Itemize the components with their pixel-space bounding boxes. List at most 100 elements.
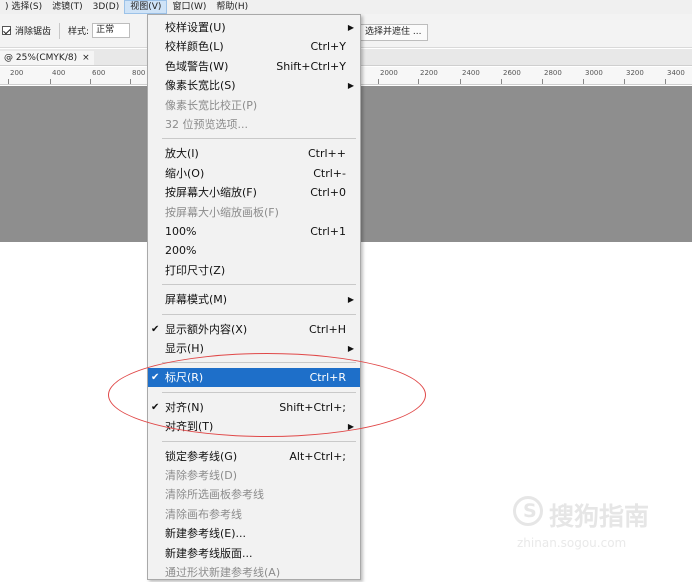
menu-item[interactable]: 锁定参考线(G) Alt+Ctrl+;: [148, 447, 360, 466]
menu-item-shortcut: Shift+Ctrl+Y: [276, 59, 346, 73]
document-tab[interactable]: @ 25%(CMYK/8) ×: [0, 51, 94, 65]
ruler-tick-label: 2400: [462, 69, 480, 77]
menu-item-shortcut: Alt+Ctrl+;: [289, 449, 346, 463]
menu-item-label: 100%: [165, 225, 197, 238]
ruler-tick-label: 2600: [503, 69, 521, 77]
menu-item-label: 新建参考线版面...: [165, 546, 253, 560]
menu-item: 清除参考线(D): [148, 466, 360, 485]
menu-item-label: 清除参考线(D): [165, 469, 238, 482]
menu-item-label: 打印尺寸(Z): [165, 263, 226, 277]
menu-item: 按屏幕大小缩放画板(F): [148, 203, 360, 222]
menu-separator: [162, 440, 356, 442]
document-tab-label: @ 25%(CMYK/8): [4, 53, 78, 63]
menu-window[interactable]: 窗口(W): [167, 0, 211, 14]
style-label: 样式:: [68, 27, 90, 37]
menu-item-label: 缩小(O): [165, 166, 205, 180]
ruler-tick: [665, 79, 666, 84]
menu-item-label: 屏幕模式(M): [165, 293, 228, 307]
watermark-text: 搜狗指南: [549, 502, 650, 531]
menu-item[interactable]: 像素长宽比(S) ▶: [148, 76, 360, 95]
menu-item-label: 锁定参考线(G): [165, 449, 238, 463]
menu-item-label: 新建参考线(E)...: [165, 527, 247, 541]
ruler-tick-label: 2200: [420, 69, 438, 77]
checkmark-icon: ✔: [151, 323, 160, 335]
menu-item-label: 显示额外内容(X): [165, 322, 248, 336]
antialias-checkbox[interactable]: [2, 26, 11, 35]
menu-item-label: 像素长宽比校正(P): [165, 98, 258, 112]
menu-item-label: 校样设置(U): [165, 21, 226, 34]
menu-item[interactable]: 200%: [148, 241, 360, 260]
menu-item[interactable]: ✔ 显示额外内容(X) Ctrl+H: [148, 320, 360, 339]
menu-item-shortcut: Ctrl+Y: [310, 40, 346, 54]
close-icon[interactable]: ×: [82, 53, 90, 63]
menu-item-label: 色域警告(W): [165, 59, 229, 73]
ruler-tick: [8, 79, 9, 84]
menu-item-label: 清除所选画板参考线: [165, 488, 264, 502]
menu-bar: ) 选择(S) 滤镜(T) 3D(D) 视图(V) 窗口(W) 帮助(H): [0, 0, 692, 14]
menu-item-label: 通过形状新建参考线(A): [165, 566, 281, 579]
ruler-tick-label: 3400: [667, 69, 685, 77]
select-and-mask-button[interactable]: 选择并遮住 ...: [360, 24, 428, 41]
menu-item: 像素长宽比校正(P): [148, 96, 360, 115]
menu-item: 通过形状新建参考线(A): [148, 563, 360, 582]
divider: [59, 22, 61, 39]
annotation-ellipse: [108, 353, 426, 437]
submenu-arrow-icon: ▶: [347, 23, 354, 32]
ruler-tick: [50, 79, 51, 84]
sogou-logo-icon: [513, 496, 543, 526]
submenu-arrow-icon: ▶: [347, 344, 354, 353]
ruler-tick-label: 600: [92, 69, 106, 77]
ruler-tick-label: 400: [52, 69, 66, 77]
menu-item: 32 位预览选项...: [148, 115, 360, 134]
menu-item-label: 按屏幕大小缩放画板(F): [165, 205, 279, 219]
ruler-tick-label: 3200: [626, 69, 644, 77]
menu-item-shortcut: Ctrl+H: [308, 322, 346, 336]
menu-help[interactable]: 帮助(H): [211, 0, 253, 14]
ruler-tick: [460, 79, 461, 84]
menu-item[interactable]: 100% Ctrl+1: [148, 222, 360, 241]
menu-item-label: 校样颜色(L): [165, 40, 224, 54]
menu-3d[interactable]: 3D(D): [88, 0, 125, 14]
ruler-tick: [418, 79, 419, 84]
menu-item[interactable]: 新建参考线(E)...: [148, 524, 360, 543]
ruler-tick-label: 200: [10, 69, 24, 77]
ruler-tick: [130, 79, 131, 84]
menu-view[interactable]: 视图(V): [124, 0, 168, 14]
menu-separator: [162, 313, 356, 315]
menu-item-shortcut: Ctrl++: [307, 147, 346, 161]
menu-item-label: 32 位预览选项...: [165, 118, 248, 131]
menu-item[interactable]: 新建参考线版面...: [148, 544, 360, 563]
menu-separator: [162, 284, 356, 286]
menu-item-label: 放大(I): [165, 147, 199, 161]
menu-item[interactable]: 按屏幕大小缩放(F) Ctrl+0: [148, 183, 360, 202]
ruler-tick: [378, 79, 379, 84]
menu-select[interactable]: ) 选择(S): [0, 0, 47, 14]
ruler-tick-label: 3000: [585, 69, 603, 77]
menu-item-label: 像素长宽比(S): [165, 79, 236, 93]
style-select[interactable]: 正常: [92, 23, 131, 38]
menu-item-shortcut: Ctrl+1: [310, 225, 346, 238]
ruler-tick: [542, 79, 543, 84]
ruler-tick: [90, 79, 91, 84]
menu-item: 清除所选画板参考线: [148, 485, 360, 504]
menu-item-shortcut: Ctrl+-: [313, 166, 346, 180]
menu-item[interactable]: 缩小(O) Ctrl+-: [148, 164, 360, 183]
ruler-tick-label: 800: [132, 69, 146, 77]
menu-item-shortcut: Ctrl+0: [310, 186, 346, 200]
submenu-arrow-icon: ▶: [347, 295, 354, 305]
menu-item: 清除画布参考线: [148, 505, 360, 524]
menu-item[interactable]: 色域警告(W) Shift+Ctrl+Y: [148, 57, 360, 76]
menu-item[interactable]: 校样设置(U) ▶: [148, 18, 360, 37]
menu-item[interactable]: 校样颜色(L) Ctrl+Y: [148, 37, 360, 56]
antialias-label: 消除锯齿: [15, 27, 52, 37]
ruler-tick: [624, 79, 625, 84]
submenu-arrow-icon: ▶: [347, 81, 354, 91]
menu-separator: [162, 138, 356, 140]
menu-item[interactable]: 放大(I) Ctrl++: [148, 144, 360, 163]
menu-item[interactable]: 打印尺寸(Z): [148, 261, 360, 280]
menu-item[interactable]: 屏幕模式(M) ▶: [148, 290, 360, 309]
menu-item-label: 200%: [165, 244, 197, 258]
ruler-tick-label: 2000: [380, 69, 398, 77]
menu-filter[interactable]: 滤镜(T): [47, 0, 88, 14]
menu-item-label: 清除画布参考线: [165, 507, 242, 521]
